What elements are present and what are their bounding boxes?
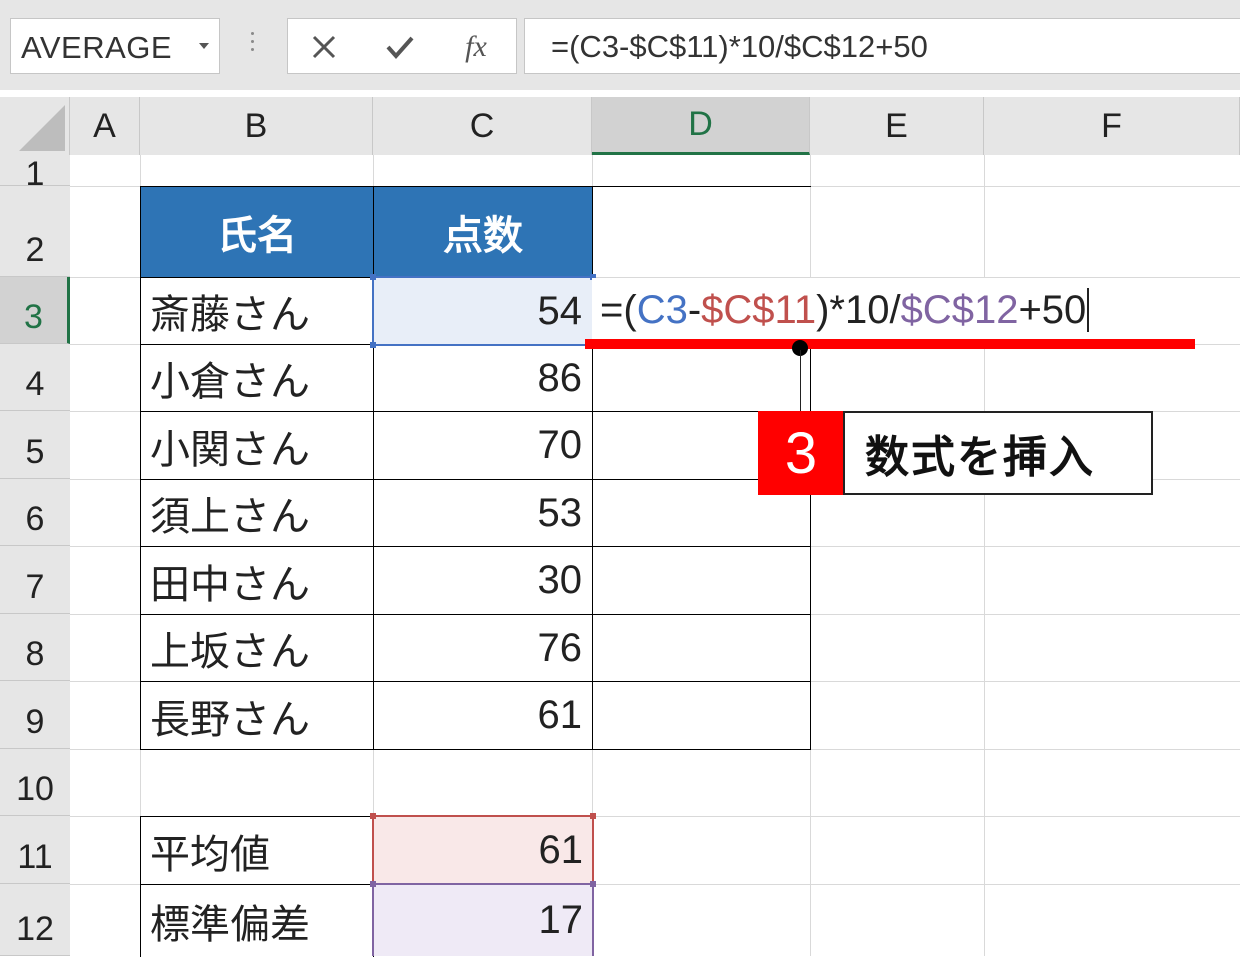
cell-d8[interactable] [592, 614, 811, 682]
column-header-e[interactable]: E [810, 97, 984, 155]
row-header-5[interactable]: 5 [0, 411, 70, 479]
cell-c8[interactable]: 76 [373, 614, 593, 682]
cell-d4[interactable] [592, 344, 811, 412]
cell-b4[interactable]: 小倉さん [140, 344, 374, 412]
cell-b5[interactable]: 小関さん [140, 411, 374, 480]
cell-b12[interactable]: 標準偏差 [140, 884, 374, 957]
formula-input[interactable]: =(C3-$C$11)*10/$C$12+50 [524, 18, 1240, 74]
column-header-b[interactable]: B [140, 97, 373, 155]
formula-ref-c3: C3 [636, 287, 688, 332]
cell-c5[interactable]: 70 [373, 411, 593, 480]
column-header-f[interactable]: F [984, 97, 1240, 155]
formula-part-open: =( [600, 287, 637, 332]
cell-c6[interactable]: 53 [373, 479, 593, 547]
cell-c9[interactable]: 61 [373, 681, 593, 750]
formula-bar: AVERAGE fx =(C3-$C$11)*10/$C$12+50 [0, 0, 1240, 90]
cell-c4[interactable]: 86 [373, 344, 593, 412]
row-header-8[interactable]: 8 [0, 614, 70, 681]
cell-d7[interactable] [592, 546, 811, 615]
select-all-corner[interactable] [0, 97, 70, 155]
cell-d9[interactable] [592, 681, 811, 750]
insert-function-button[interactable]: fx [456, 25, 496, 69]
chevron-down-icon[interactable] [199, 43, 209, 49]
cell-b3[interactable]: 斎藤さん [140, 277, 374, 345]
c3-reference-highlight [370, 274, 596, 348]
row-header-2[interactable]: 2 [0, 186, 70, 277]
enter-check-icon[interactable] [380, 25, 420, 69]
row-header-4[interactable]: 4 [0, 344, 70, 411]
row-header-6[interactable]: 6 [0, 479, 70, 546]
text-caret [1087, 288, 1090, 332]
row-header-11[interactable]: 11 [0, 816, 70, 884]
formula-part-mult: )*10/ [816, 287, 901, 332]
cell-c7[interactable]: 30 [373, 546, 593, 615]
table-header-name[interactable]: 氏名 [140, 186, 374, 278]
cell-b6[interactable]: 須上さん [140, 479, 374, 547]
name-box[interactable]: AVERAGE [10, 18, 220, 74]
row-header-10[interactable]: 10 [0, 749, 70, 816]
cell-b7[interactable]: 田中さん [140, 546, 374, 615]
formula-part-plus: +50 [1018, 287, 1087, 332]
formula-part-minus: - [687, 287, 702, 332]
row-header-3[interactable]: 3 [0, 277, 70, 344]
column-header-c[interactable]: C [373, 97, 592, 155]
cell-b11[interactable]: 平均値 [140, 816, 374, 885]
step-number-badge: 3 [758, 411, 844, 495]
callout-underline [585, 339, 1195, 349]
row-header-1[interactable]: 1 [0, 155, 70, 186]
table-top-border-d [592, 186, 811, 187]
cell-b8[interactable]: 上坂さん [140, 614, 374, 682]
cell-d3-editor[interactable]: =( C3 - $C$11 )*10/ $C$12 +50 [592, 278, 1192, 342]
formula-text: =(C3-$C$11)*10/$C$12+50 [551, 29, 928, 64]
step-label: 数式を挿入 [843, 411, 1153, 495]
name-box-value: AVERAGE [21, 30, 173, 65]
c12-reference-highlight [370, 881, 596, 956]
row-header-7[interactable]: 7 [0, 546, 70, 614]
callout-leader-line [800, 350, 801, 412]
formula-ref-c11: $C$11 [701, 287, 817, 332]
more-options-icon[interactable] [251, 32, 255, 56]
formula-ref-c12: $C$12 [900, 287, 1019, 332]
c11-reference-highlight [370, 813, 596, 887]
cell-b9[interactable]: 長野さん [140, 681, 374, 750]
column-header-d[interactable]: D [592, 97, 810, 155]
table-header-score[interactable]: 点数 [373, 186, 593, 278]
row-header-12[interactable]: 12 [0, 884, 70, 956]
cancel-x-icon[interactable] [304, 25, 344, 69]
column-header-a[interactable]: A [70, 97, 140, 155]
formula-buttons: fx [287, 18, 517, 74]
row-header-9[interactable]: 9 [0, 681, 70, 749]
